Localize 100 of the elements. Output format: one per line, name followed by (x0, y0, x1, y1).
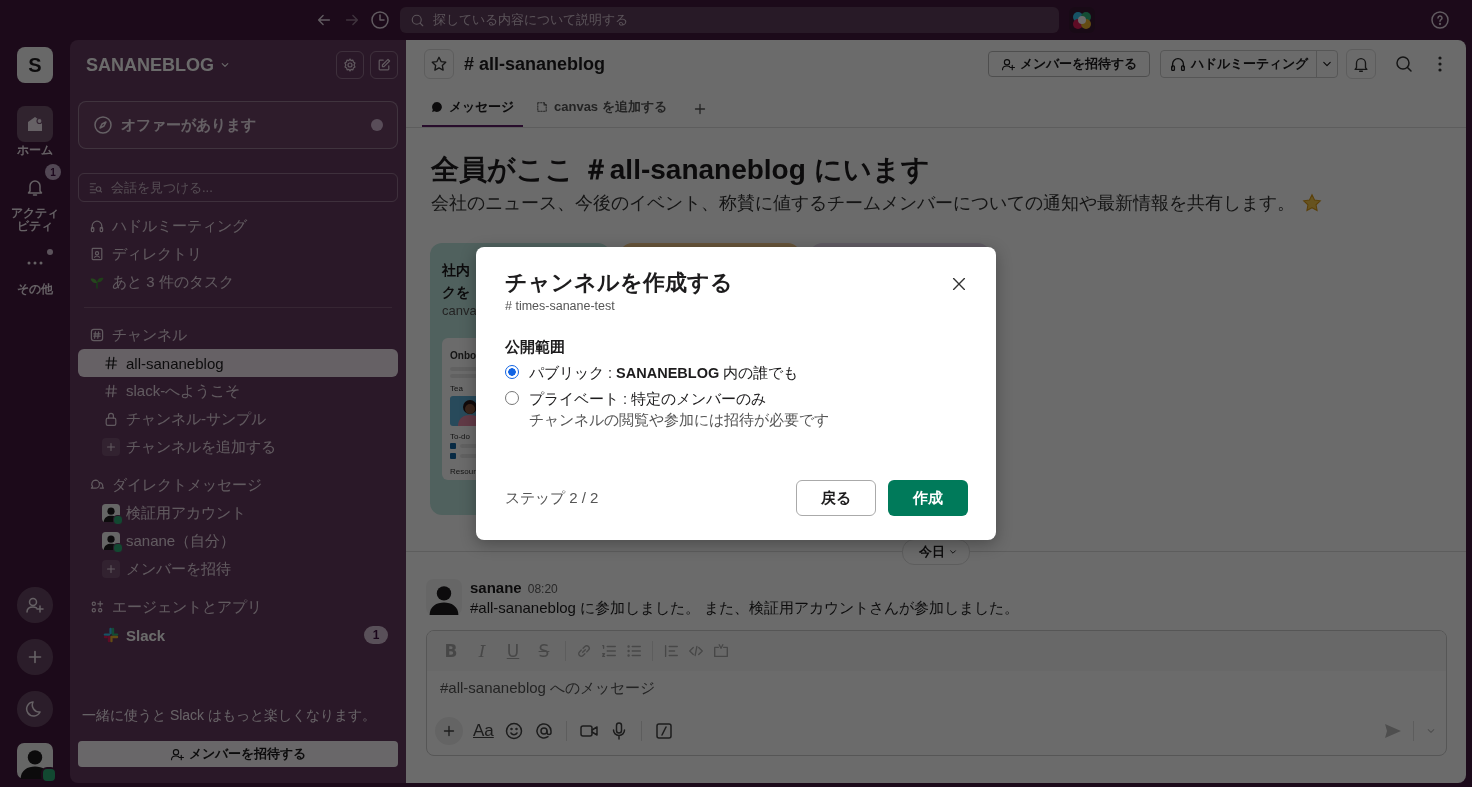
notifications-button[interactable] (1346, 49, 1376, 79)
add-person-icon (170, 746, 185, 762)
hash-icon (103, 383, 119, 399)
app-logo-icon (103, 627, 119, 643)
search-icon (410, 12, 425, 28)
date-divider[interactable]: 今日 (902, 539, 970, 565)
profile-avatar (17, 743, 53, 779)
bell-icon (1352, 55, 1370, 73)
card-subtitle: canva (442, 303, 477, 318)
channel-name: # times-sanane-test (505, 299, 616, 313)
channels-icon (89, 327, 105, 343)
workspace-menu[interactable]: SANANEBLOG (86, 54, 232, 76)
status-icon (113, 515, 123, 525)
more-icon (25, 261, 45, 265)
apps-icon (89, 599, 105, 615)
settings-icon (342, 57, 358, 73)
option-description: チャンネルの閲覧や参加には招待が必要です (529, 411, 829, 430)
star-icon (430, 55, 448, 73)
blockquote-icon (662, 642, 680, 660)
channel-description: 会社のニュース、今後のイベント、称賛に値するチームメンバーについての通知や最新情報を共有します。 (431, 192, 1295, 215)
unread-badge: 1 (364, 626, 388, 644)
preview-label: Tea (450, 384, 463, 393)
sidebar-item[interactable]: ハドルミーティング (78, 212, 398, 240)
emoji-icon (503, 721, 524, 741)
bulleted-list-icon (625, 642, 643, 660)
tab[interactable]: メッセージ (422, 89, 523, 127)
text-format-button[interactable]: Aa (473, 721, 494, 741)
avatar-icon (102, 504, 120, 522)
settings-button[interactable] (336, 51, 364, 79)
message-author[interactable]: sanane (470, 579, 522, 596)
radio-button[interactable] (505, 365, 519, 379)
back-button[interactable]: 戻る (796, 480, 876, 516)
link-icon (575, 642, 593, 660)
rail-item[interactable]: ホーム (3, 100, 67, 157)
notification-badge: 1 (45, 164, 61, 180)
compose-button[interactable] (370, 51, 398, 79)
add-person-icon (25, 595, 45, 615)
chat-bubble-icon (430, 100, 444, 114)
numbered-list-icon (600, 642, 618, 660)
message-placeholder: #all-sananeblog へのメッセージ (439, 678, 657, 698)
sidebar-item[interactable]: slack-へようこそ (78, 377, 398, 405)
attach-button[interactable] (435, 717, 463, 745)
bell-icon (25, 177, 45, 197)
sidebar-item[interactable]: メンバーを招待 (78, 555, 398, 583)
plus-icon (104, 562, 118, 576)
star-icon (1301, 192, 1323, 214)
status-icon (113, 543, 123, 553)
add-person-icon (1001, 56, 1016, 72)
headphones-icon (1169, 55, 1187, 73)
invite-button[interactable]: メンバーを招待する (78, 741, 398, 767)
hash-icon (103, 355, 119, 371)
checkbox-icon (450, 443, 456, 449)
status-dot (371, 119, 383, 131)
dialog-title: チャンネルを作成する (505, 269, 733, 297)
help-icon (1430, 10, 1450, 30)
close-icon (950, 275, 968, 293)
step-indicator: ステップ 2 / 2 (505, 488, 599, 508)
sidebar-item[interactable]: sanane（自分） (78, 527, 398, 555)
preview-title: Onbo (450, 350, 477, 361)
message-text: #all-sananeblog に参加しました。 また、検証用アカウントさんが参加しました。 (470, 599, 1020, 618)
tab[interactable]: canvas を追加する (527, 89, 675, 127)
canvas-icon (535, 100, 549, 114)
status-icon (41, 767, 57, 783)
preview-label: Resour (450, 467, 476, 476)
workspace-icon[interactable]: S (17, 47, 53, 83)
sidebar-item[interactable]: Slack 1 (78, 621, 398, 649)
huddle-button[interactable]: ハドルミーティング (1160, 50, 1338, 78)
compose-icon (376, 57, 392, 73)
shortcut-icon (653, 721, 674, 741)
option-label[interactable]: パブリック : SANANEBLOG 内の誰でも (529, 363, 799, 383)
channel-title[interactable]: # all-sananeblog (464, 53, 606, 75)
send-icon (1383, 721, 1403, 741)
message-time[interactable]: 08:20 (527, 582, 558, 596)
search-icon (1394, 54, 1414, 74)
sidebar-item[interactable]: all-sananeblog (78, 349, 398, 377)
close-button[interactable] (950, 275, 968, 293)
compass-icon (93, 115, 113, 135)
more-icon (1438, 55, 1442, 73)
card-title: 社内 クを (442, 261, 470, 302)
rail-item[interactable]: 1 アクティビティ (3, 163, 67, 233)
channel-heading: 全員がここ ＃all-sananeblog にいます (431, 153, 931, 187)
directory-icon (89, 246, 105, 262)
option-label[interactable]: プライベート : 特定のメンバーのみ (529, 389, 829, 409)
checkbox-icon (450, 453, 456, 459)
mention-icon (533, 721, 554, 741)
lock-icon (103, 411, 119, 427)
create-button[interactable]: 作成 (888, 480, 968, 516)
find-icon (88, 180, 103, 195)
plus-icon (104, 440, 118, 454)
headphones-icon (89, 218, 105, 234)
clock-icon (370, 10, 390, 30)
promo-text: 一緒に使うと Slack はもっと楽しくなります。 (81, 706, 377, 725)
section-label: 公開範囲 (505, 338, 566, 357)
code-block-icon (712, 642, 730, 660)
sidebar-item[interactable]: あと 3 件のタスク (78, 268, 398, 296)
preview-label: To-do (450, 432, 470, 441)
avatar-icon (102, 532, 120, 550)
invite-button[interactable]: メンバーを招待する (988, 51, 1150, 77)
rail-item[interactable]: その他 (3, 239, 67, 296)
star-button[interactable] (424, 49, 454, 79)
